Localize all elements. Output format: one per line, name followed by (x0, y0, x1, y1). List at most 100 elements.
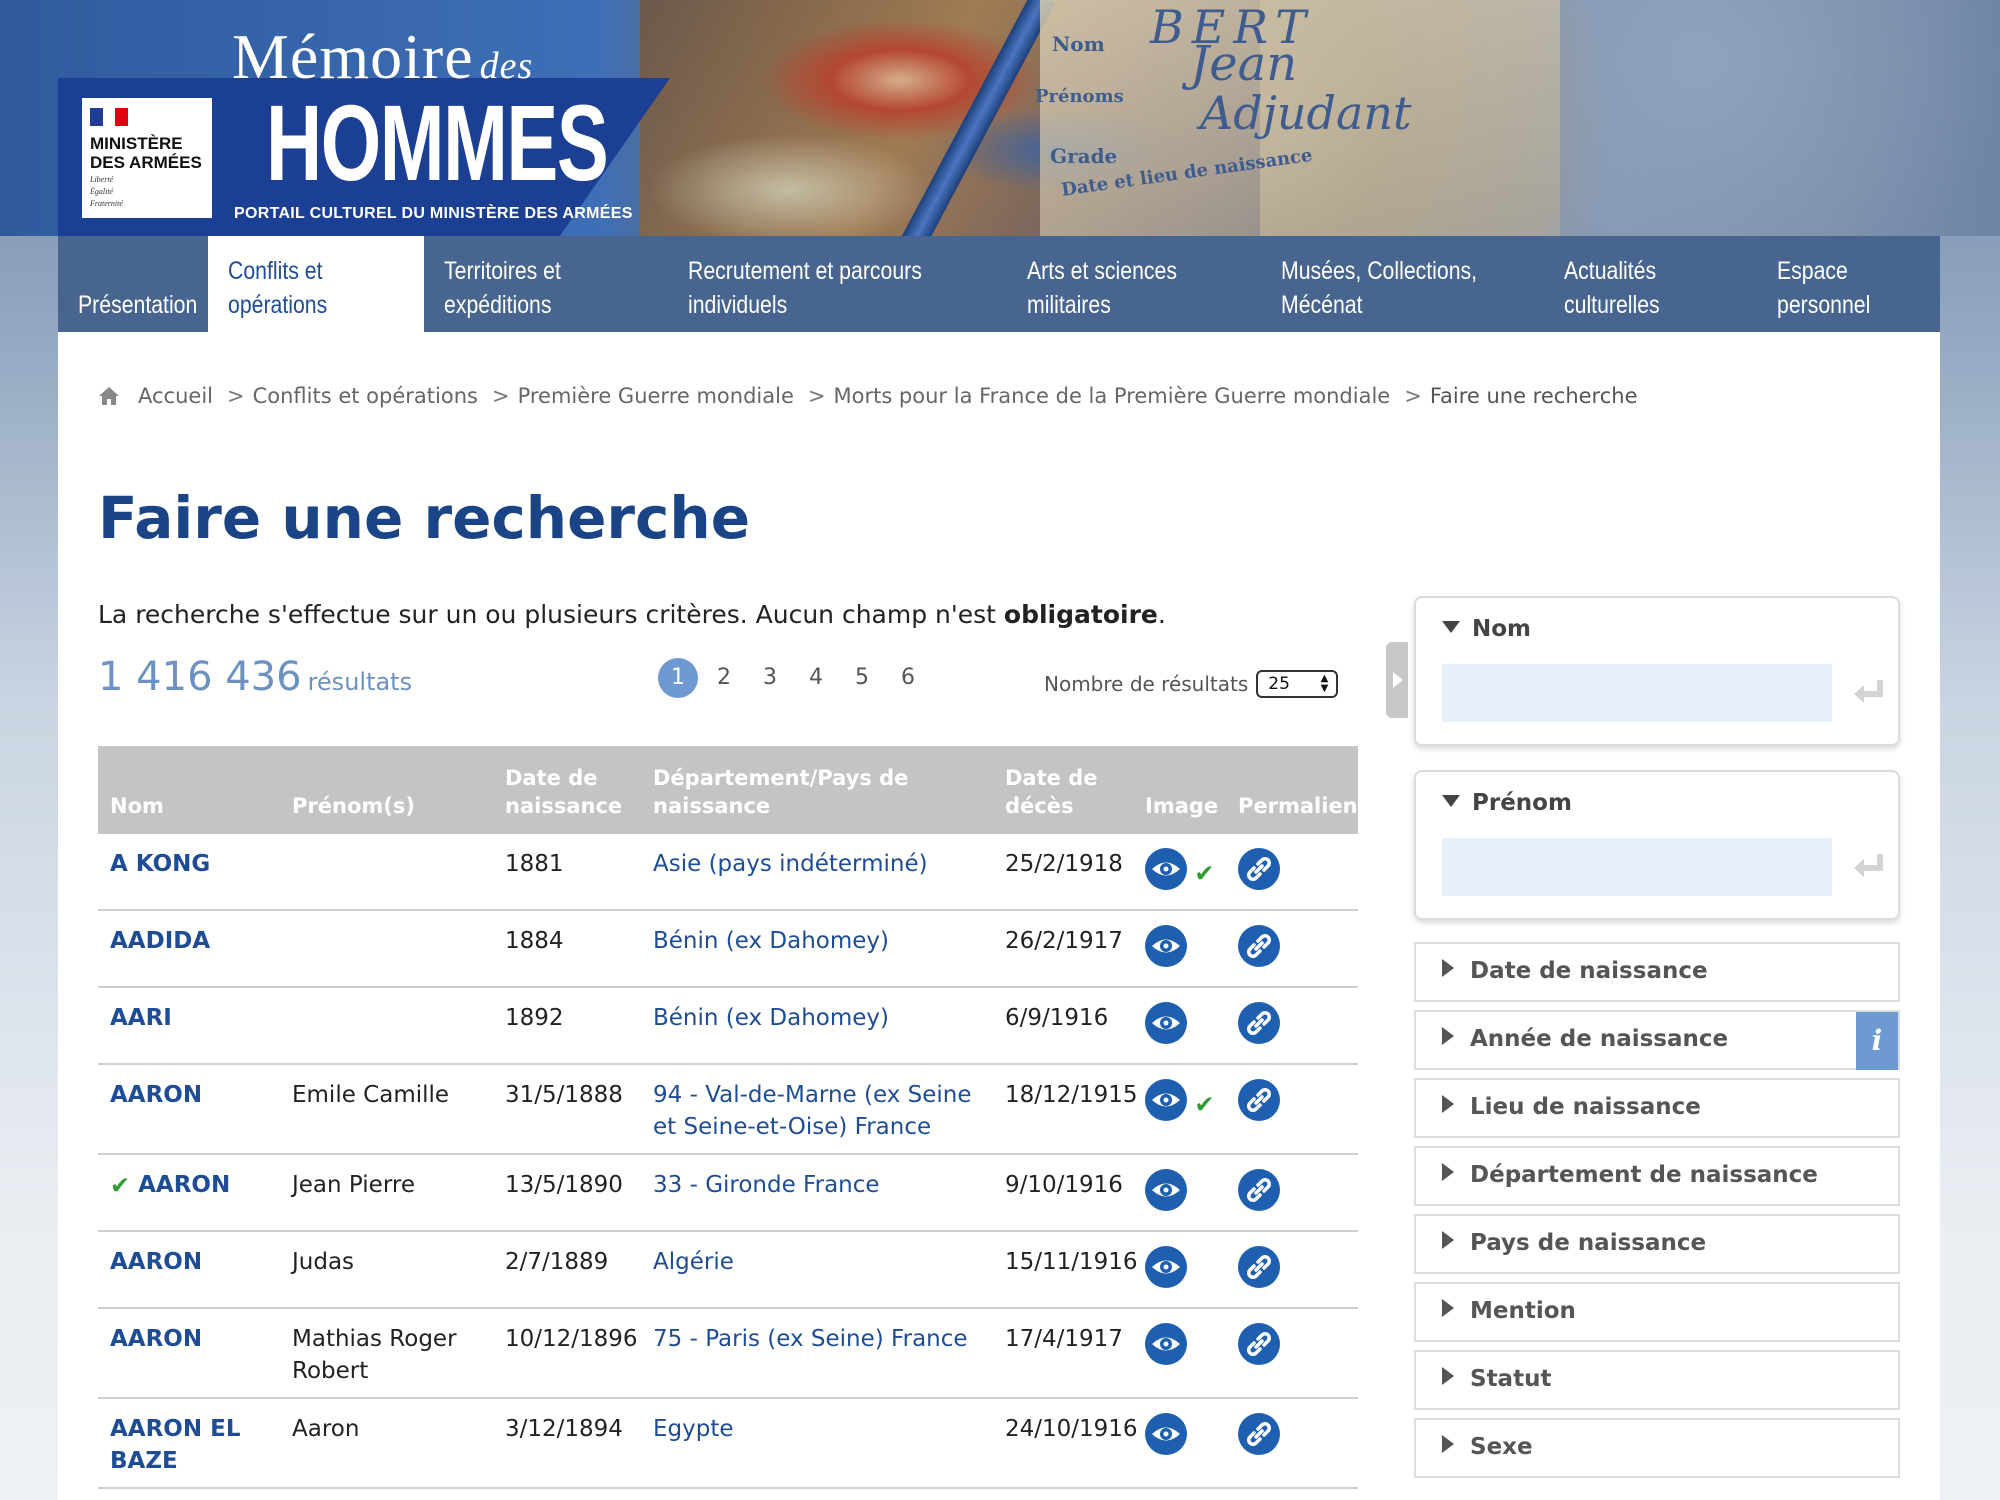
search-intro: La recherche s'effectue sur un ou plusie… (98, 600, 1166, 629)
cell-nom[interactable]: AARON (98, 1232, 280, 1307)
link-icon[interactable] (1238, 1079, 1280, 1130)
cell-departement[interactable]: Egypte (641, 1399, 993, 1487)
link-icon[interactable] (1238, 1246, 1280, 1297)
cell-departement[interactable]: 94 - Val-de-Marne (ex Seine et Seine-et-… (641, 1065, 993, 1153)
nom-link[interactable]: AARON (110, 1249, 202, 1275)
cell-naissance: 3/12/1894 (505, 1416, 623, 1442)
nav-item-territoires[interactable]: Territoires et expéditions (424, 236, 668, 332)
per-page-select[interactable]: 25 ▲ ▼ (1256, 670, 1339, 698)
nav-item-actualites[interactable]: Actualités culturelles (1544, 236, 1757, 332)
eye-icon[interactable] (1145, 1079, 1187, 1130)
nom-link[interactable]: A KONG (110, 851, 210, 877)
facet-annee-naissance[interactable]: Année de naissance i (1414, 1010, 1900, 1070)
breadcrumb-item-premiere-guerre[interactable]: Première Guerre mondiale (518, 384, 794, 408)
cell-prenom: Aaron (292, 1416, 360, 1442)
info-icon[interactable]: i (1856, 1012, 1898, 1070)
nav-item-espace-personnel[interactable]: Espace personnel (1757, 236, 1940, 332)
cell-departement[interactable]: Algérie (641, 1232, 993, 1307)
link-icon[interactable] (1238, 925, 1280, 976)
eye-icon[interactable] (1145, 1169, 1187, 1220)
breadcrumb-item-conflits[interactable]: Conflits et opérations (253, 384, 478, 408)
column-header-image: Image (1145, 794, 1219, 818)
home-icon[interactable] (98, 386, 120, 406)
breadcrumb-separator: > (491, 384, 510, 408)
main-content: Accueil > Conflits et opérations > Premi… (58, 332, 1940, 1500)
page-link-3[interactable]: 3 (750, 658, 790, 698)
facet-statut[interactable]: Statut (1414, 1350, 1900, 1410)
nom-link[interactable]: AARON (110, 1326, 202, 1352)
facet-lieu-naissance[interactable]: Lieu de naissance (1414, 1078, 1900, 1138)
nav-item-label: personnel (1777, 291, 1871, 319)
facet-departement-naissance[interactable]: Département de naissance (1414, 1146, 1900, 1206)
nom-input[interactable] (1442, 664, 1832, 722)
eye-icon[interactable] (1145, 1002, 1187, 1053)
nav-item-presentation[interactable]: Présentation (58, 236, 208, 332)
link-icon[interactable] (1238, 1413, 1280, 1464)
sidebar-toggle-icon[interactable] (1386, 642, 1408, 718)
nom-link[interactable]: AARI (110, 1005, 172, 1031)
link-icon[interactable] (1238, 1323, 1280, 1374)
cell-nom[interactable]: ✔ AARON (98, 1155, 280, 1230)
ministry-logo[interactable]: MINISTÈRE DES ARMÉES Liberté Égalité Fra… (82, 98, 212, 218)
nom-link[interactable]: AARON (110, 1082, 202, 1108)
facet-nom-title[interactable]: Nom (1442, 616, 1531, 642)
return-icon[interactable] (1850, 674, 1890, 710)
nav-item-conflits[interactable]: Conflits et opérations (208, 236, 424, 332)
nom-link[interactable]: AARON EL BAZE (110, 1416, 241, 1474)
table-row: AARON Judas 2/7/1889 Algérie 15/11/1916 (98, 1232, 1358, 1309)
facet-sexe[interactable]: Sexe (1414, 1418, 1900, 1478)
eye-icon[interactable] (1145, 848, 1187, 899)
cell-departement[interactable]: Asie (pays indéterminé) (641, 834, 993, 909)
cell-image (1133, 911, 1226, 986)
cell-nom[interactable]: AARON (98, 1309, 280, 1397)
cell-departement[interactable]: 75 - Paris (ex Seine) France (641, 1309, 993, 1397)
page-link-2[interactable]: 2 (704, 658, 744, 698)
cell-permalien (1226, 1399, 1358, 1487)
nav-item-musees[interactable]: Musées, Collections, Mécénat (1261, 236, 1544, 332)
page-link-4[interactable]: 4 (796, 658, 836, 698)
ministry-name-line: MINISTÈRE (90, 134, 183, 153)
eye-icon[interactable] (1145, 925, 1187, 976)
site-title-hommes[interactable]: HOMMES (266, 88, 609, 198)
column-header-departement[interactable]: Département/Pays de naissance (641, 764, 993, 820)
cell-image (1133, 1399, 1226, 1487)
facet-mention[interactable]: Mention (1414, 1282, 1900, 1342)
nav-item-arts-sciences[interactable]: Arts et sciences militaires (1007, 236, 1261, 332)
link-icon[interactable] (1238, 848, 1280, 899)
prenom-input[interactable] (1442, 838, 1832, 896)
cell-departement[interactable]: Bénin (ex Dahomey) (641, 988, 993, 1063)
nom-link[interactable]: AADIDA (110, 928, 210, 954)
cell-nom[interactable]: AARON (98, 1065, 280, 1153)
cell-nom[interactable]: AARON EL BAZE (98, 1399, 280, 1487)
nom-link[interactable]: AARON (138, 1172, 230, 1198)
facet-date-naissance[interactable]: Date de naissance (1414, 942, 1900, 1002)
cell-nom[interactable]: A KONG (98, 834, 280, 909)
eye-icon[interactable] (1145, 1246, 1187, 1297)
column-header-deces[interactable]: Date de décès (993, 764, 1133, 820)
nav-item-label: opérations (228, 291, 328, 319)
link-icon[interactable] (1238, 1002, 1280, 1053)
column-header-naissance[interactable]: Date de naissance (493, 764, 641, 820)
page-link-1[interactable]: 1 (658, 658, 698, 698)
column-header-prenom[interactable]: Prénom(s) (280, 792, 493, 820)
eye-icon[interactable] (1145, 1413, 1187, 1464)
cell-departement[interactable]: 33 - Gironde France (641, 1155, 993, 1230)
cell-departement[interactable]: Bénin (ex Dahomey) (641, 911, 993, 986)
breadcrumb-item-accueil[interactable]: Accueil (138, 384, 213, 408)
column-header-nom[interactable]: Nom (98, 792, 280, 820)
link-icon[interactable] (1238, 1169, 1280, 1220)
breadcrumb-item-morts-pour-la-france[interactable]: Morts pour la France de la Première Guer… (833, 384, 1390, 408)
eye-icon[interactable] (1145, 1323, 1187, 1374)
facet-pays-naissance[interactable]: Pays de naissance (1414, 1214, 1900, 1274)
cell-nom[interactable]: AARI (98, 988, 280, 1063)
nav-item-recrutement[interactable]: Recrutement et parcours individuels (668, 236, 1007, 332)
results-table: Nom Prénom(s) Date de naissance Départeme… (98, 746, 1358, 1489)
table-row: AARON Mathias Roger Robert 10/12/1896 75 - … (98, 1309, 1358, 1399)
facet-prenom-title[interactable]: Prénom (1442, 790, 1572, 816)
return-icon[interactable] (1850, 848, 1890, 884)
cell-nom[interactable]: AADIDA (98, 911, 280, 986)
header-line: Date de (1005, 766, 1098, 790)
page-link-6[interactable]: 6 (888, 658, 928, 698)
cell-naissance: 13/5/1890 (505, 1172, 623, 1198)
page-link-5[interactable]: 5 (842, 658, 882, 698)
